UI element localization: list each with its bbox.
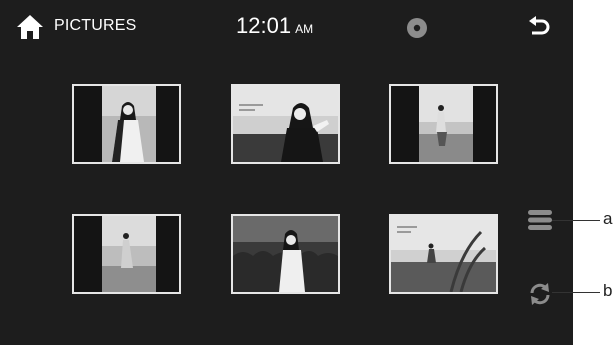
clock: 12:01 AM xyxy=(236,13,313,39)
home-icon[interactable] xyxy=(16,14,44,40)
clock-time: 12:01 xyxy=(236,13,292,38)
top-bar: PICTURES 12:01 AM xyxy=(0,0,573,56)
page-title: PICTURES xyxy=(54,17,137,34)
list-menu-icon[interactable] xyxy=(528,208,552,232)
thumbnail-3[interactable] xyxy=(389,84,498,164)
picture-browser-screen: PICTURES 12:01 AM xyxy=(0,0,573,345)
thumbnail-5[interactable] xyxy=(231,214,340,294)
thumbnail-6[interactable] xyxy=(389,214,498,294)
thumbnail-4[interactable] xyxy=(72,214,181,294)
disc-icon xyxy=(406,17,428,39)
back-arrow-icon[interactable] xyxy=(526,15,552,41)
callout-line-a xyxy=(552,220,600,221)
refresh-icon[interactable] xyxy=(527,281,553,307)
callout-label-a: a xyxy=(603,209,613,228)
thumbnail-2[interactable] xyxy=(231,84,340,164)
thumbnail-1[interactable] xyxy=(72,84,181,164)
callout-line-b xyxy=(552,292,600,293)
clock-ampm: AM xyxy=(295,22,314,36)
callout-label-b: b xyxy=(603,281,613,300)
